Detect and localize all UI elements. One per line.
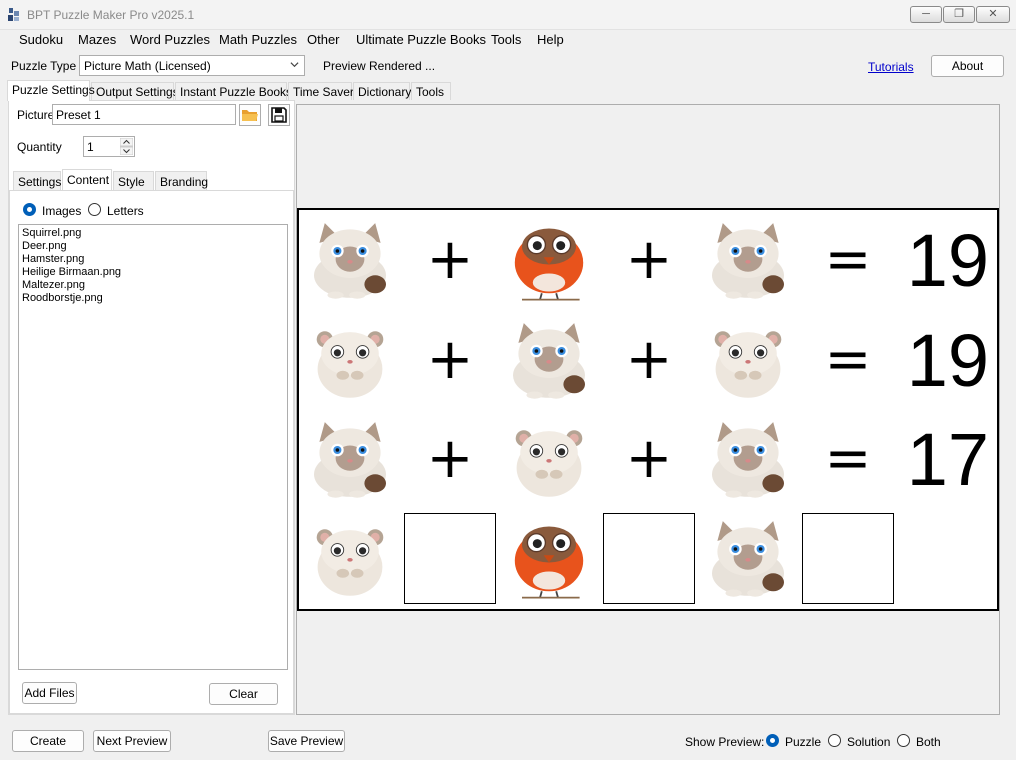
row-result: 19 — [906, 319, 989, 402]
cat-icon — [305, 218, 395, 302]
title-bar: BPT Puzzle Maker Pro v2025.1 ─ ❐ ✕ — [0, 0, 1016, 30]
subtab-branding[interactable]: Branding — [155, 171, 208, 190]
tab-instant-puzzle-books[interactable]: Instant Puzzle Books — [175, 82, 292, 100]
file-list[interactable]: Squirrel.png Deer.png Hamster.png Heilig… — [18, 224, 288, 670]
robin-icon — [504, 218, 594, 302]
quantity-value: 1 — [87, 140, 94, 154]
tab-dictionary[interactable]: Dictionary — [353, 82, 411, 100]
plus-operator: + — [625, 426, 673, 491]
tab-time-saver[interactable]: Time Saver — [288, 82, 354, 100]
menu-math-puzzles[interactable]: Math Puzzles — [216, 32, 300, 47]
save-icon[interactable] — [268, 104, 290, 126]
menu-help[interactable]: Help — [534, 32, 567, 47]
subtab-content[interactable]: Content — [62, 169, 112, 190]
letters-radio-label: Letters — [107, 204, 144, 218]
preview-status: Preview Rendered ... — [323, 59, 436, 73]
close-button[interactable]: ✕ — [976, 6, 1010, 23]
equals-operator: = — [824, 227, 872, 292]
cat-icon — [504, 318, 594, 402]
app-logo-icon — [8, 8, 19, 21]
tab-output-settings[interactable]: Output Settings — [91, 82, 179, 100]
hamster-icon — [703, 318, 793, 402]
list-item[interactable]: Squirrel.png — [22, 227, 284, 240]
list-item[interactable]: Maltezer.png — [22, 279, 284, 292]
next-preview-button[interactable]: Next Preview — [93, 730, 171, 752]
window-title: BPT Puzzle Maker Pro v2025.1 — [27, 8, 195, 22]
preview-solution-radio[interactable] — [828, 734, 841, 747]
tutorials-link[interactable]: Tutorials — [868, 60, 914, 74]
puzzle-type-select[interactable]: Picture Math (Licensed) — [79, 55, 305, 76]
row-result: 17 — [906, 418, 989, 501]
list-item[interactable]: Roodborstje.png — [22, 292, 284, 305]
list-item[interactable]: Deer.png — [22, 240, 284, 253]
puzzle-type-value: Picture Math (Licensed) — [84, 59, 211, 73]
answer-box — [404, 513, 496, 604]
hamster-icon — [305, 516, 395, 600]
menu-mazes[interactable]: Mazes — [75, 32, 119, 47]
preview-puzzle-radio[interactable] — [766, 734, 779, 747]
hamster-icon — [305, 318, 395, 402]
menu-other[interactable]: Other — [304, 32, 343, 47]
minimize-button[interactable]: ─ — [910, 6, 942, 23]
show-preview-label: Show Preview: — [685, 735, 765, 749]
preview-both-radio[interactable] — [897, 734, 910, 747]
robin-icon — [504, 516, 594, 600]
menu-sudoku[interactable]: Sudoku — [16, 32, 66, 47]
menu-bar: Sudoku Mazes Word Puzzles Math Puzzles O… — [0, 30, 1016, 52]
close-icon: ✕ — [988, 8, 998, 20]
content-subtabs: Settings Content Style Branding — [13, 169, 293, 191]
letters-radio[interactable] — [88, 203, 101, 216]
cat-icon — [703, 218, 793, 302]
preview-puzzle-label: Puzzle — [785, 735, 822, 749]
equals-operator: = — [824, 426, 872, 491]
images-radio-label: Images — [42, 204, 82, 218]
minimize-icon: ─ — [922, 8, 930, 20]
plus-operator: + — [426, 327, 474, 392]
picture-input[interactable]: Preset 1 — [52, 104, 236, 125]
tab-tools[interactable]: Tools — [411, 82, 451, 100]
menu-tools[interactable]: Tools — [488, 32, 524, 47]
create-button[interactable]: Create — [12, 730, 84, 752]
cat-icon — [703, 417, 793, 501]
subtab-style[interactable]: Style — [113, 171, 154, 190]
quantity-stepper[interactable]: 1 — [83, 136, 135, 157]
save-preview-button[interactable]: Save Preview — [268, 730, 345, 752]
equals-operator: = — [824, 327, 872, 392]
menu-word-puzzles[interactable]: Word Puzzles — [127, 32, 213, 47]
clear-button[interactable]: Clear — [209, 683, 278, 705]
list-item[interactable]: Hamster.png — [22, 253, 284, 266]
answer-box — [802, 513, 894, 604]
open-folder-icon[interactable] — [239, 104, 261, 126]
quantity-label: Quantity — [17, 140, 62, 154]
cat-icon — [305, 417, 395, 501]
stepper-arrows-icon[interactable] — [120, 138, 133, 155]
puzzle-preview: + + = 19 + + = 19 + + = 17 — [297, 208, 999, 611]
add-files-button[interactable]: Add Files — [22, 682, 77, 704]
plus-operator: + — [426, 426, 474, 491]
plus-operator: + — [426, 227, 474, 292]
row-result: 19 — [906, 219, 989, 302]
preview-solution-label: Solution — [847, 735, 891, 749]
plus-operator: + — [625, 327, 673, 392]
restore-button[interactable]: ❐ — [943, 6, 975, 23]
puzzle-type-label: Puzzle Type — [11, 59, 77, 73]
tab-puzzle-settings[interactable]: Puzzle Settings — [7, 80, 95, 101]
about-button[interactable]: About — [931, 55, 1004, 77]
hamster-icon — [504, 417, 594, 501]
list-item[interactable]: Heilige Birmaan.png — [22, 266, 284, 279]
answer-box — [603, 513, 695, 604]
chevron-down-icon — [290, 62, 299, 68]
plus-operator: + — [625, 227, 673, 292]
menu-ultimate-puzzle-books[interactable]: Ultimate Puzzle Books — [353, 32, 489, 47]
subtab-settings[interactable]: Settings — [13, 171, 61, 190]
images-radio[interactable] — [23, 203, 36, 216]
preview-both-label: Both — [916, 735, 941, 749]
restore-icon: ❐ — [954, 8, 964, 20]
picture-label: Picture — [17, 108, 55, 122]
cat-icon — [703, 516, 793, 600]
